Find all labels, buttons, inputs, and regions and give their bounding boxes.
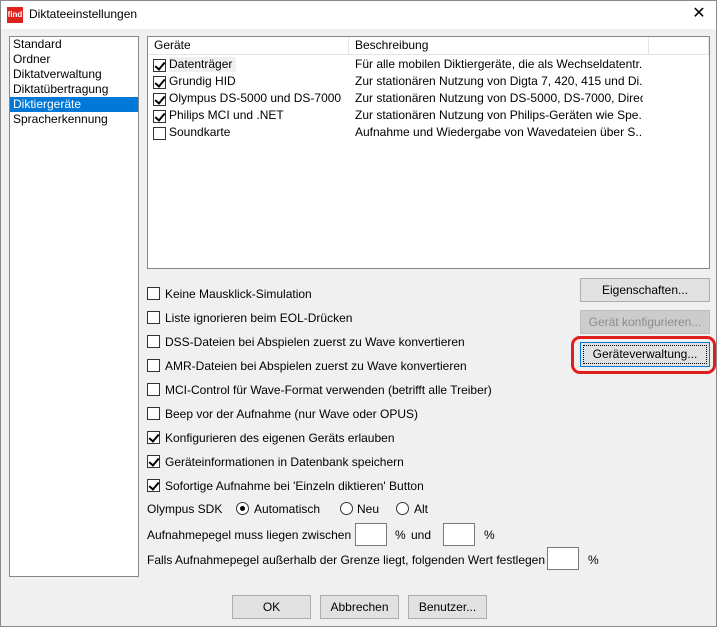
percent-sign: % <box>395 528 406 542</box>
option-label: Keine Mausklick-Simulation <box>165 287 312 301</box>
nav-item-ordner[interactable]: Ordner <box>10 52 138 67</box>
option-label: DSS-Dateien bei Abspielen zuerst zu Wave… <box>165 335 465 349</box>
device-management-button[interactable]: Geräteverwaltung... <box>580 342 710 367</box>
device-name: Philips MCI und .NET <box>169 108 284 122</box>
option-label: Liste ignorieren beim EOL-Drücken <box>165 311 353 325</box>
app-logo-icon: find <box>7 7 23 23</box>
settings-dialog: find Diktateeinstellungen ✕ Standard Ord… <box>0 0 717 627</box>
option-checkbox[interactable] <box>147 455 160 468</box>
option-checkbox[interactable] <box>147 359 160 372</box>
close-icon[interactable]: ✕ <box>685 3 713 25</box>
and-label: und <box>411 528 432 542</box>
column-header-description[interactable]: Beschreibung <box>349 37 649 55</box>
device-checkbox[interactable] <box>153 110 166 123</box>
device-description: Aufnahme und Wiedergabe von Wavedateien … <box>355 125 643 139</box>
device-description: Zur stationären Nutzung von Philips-Gerä… <box>355 108 643 122</box>
ok-button[interactable]: OK <box>232 595 311 619</box>
option-checkbox[interactable] <box>147 431 160 444</box>
level-outside-label: Falls Aufnahmepegel außerhalb der Grenze… <box>147 553 546 567</box>
nav-item-diktiergeraete[interactable]: Diktiergeräte <box>10 97 138 112</box>
option-checkbox[interactable] <box>147 383 160 396</box>
device-name: Olympus DS-5000 und DS-7000 <box>169 91 342 105</box>
device-checkbox[interactable] <box>153 93 166 106</box>
olympus-sdk-label: Olympus SDK <box>147 502 223 516</box>
properties-button[interactable]: Eigenschaften... <box>580 278 710 302</box>
radio-neu-label[interactable]: Neu <box>357 502 379 516</box>
device-name: Grundig HID <box>169 74 236 88</box>
level-range-label: Aufnahmepegel muss liegen zwischen <box>147 528 352 542</box>
option-checkbox[interactable] <box>147 287 160 300</box>
option-checkbox[interactable] <box>147 335 160 348</box>
device-name: Soundkarte <box>169 125 231 139</box>
title-bar: find Diktateeinstellungen ✕ <box>1 1 716 29</box>
nav-item-diktatuebertragung[interactable]: Diktatübertragung <box>10 82 138 97</box>
percent-sign: % <box>588 553 599 567</box>
device-checkbox[interactable] <box>153 127 166 140</box>
nav-item-spracherkennung[interactable]: Spracherkennung <box>10 112 138 127</box>
option-label: MCI-Control für Wave-Format verwenden (b… <box>165 383 492 397</box>
option-label: AMR-Dateien bei Abspielen zuerst zu Wave… <box>165 359 467 373</box>
option-label: Konfigurieren des eigenen Geräts erlaube… <box>165 431 395 445</box>
nav-item-standard[interactable]: Standard <box>10 37 138 52</box>
column-header-empty <box>649 37 709 55</box>
option-checkbox[interactable] <box>147 407 160 420</box>
device-checkbox[interactable] <box>153 59 166 72</box>
radio-automatisch[interactable] <box>236 502 249 515</box>
cancel-button[interactable]: Abbrechen <box>320 595 399 619</box>
nav-item-diktatverwaltung[interactable]: Diktatverwaltung <box>10 67 138 82</box>
radio-neu[interactable] <box>340 502 353 515</box>
device-checkbox[interactable] <box>153 76 166 89</box>
device-name: Datenträger <box>169 57 237 72</box>
device-row[interactable]: Philips MCI und .NET Zur stationären Nut… <box>148 107 709 124</box>
option-label: Geräteinformationen in Datenbank speiche… <box>165 455 404 469</box>
radio-alt-label[interactable]: Alt <box>414 502 428 516</box>
device-row[interactable]: Grundig HID Zur stationären Nutzung von … <box>148 73 709 90</box>
level-outside-input[interactable] <box>547 547 579 570</box>
radio-alt[interactable] <box>396 502 409 515</box>
device-description: Zur stationären Nutzung von DS-5000, DS-… <box>355 91 643 105</box>
radio-automatisch-label[interactable]: Automatisch <box>254 502 320 516</box>
user-button[interactable]: Benutzer... <box>408 595 487 619</box>
device-row[interactable]: Olympus DS-5000 und DS-7000 Zur stationä… <box>148 90 709 107</box>
device-management-label: Geräteverwaltung... <box>592 347 698 361</box>
level-max-input[interactable] <box>443 523 475 546</box>
level-min-input[interactable] <box>355 523 387 546</box>
category-list: Standard Ordner Diktatverwaltung Diktatü… <box>9 36 139 577</box>
device-row[interactable]: Soundkarte Aufnahme und Wiedergabe von W… <box>148 124 709 141</box>
option-checkbox[interactable] <box>147 311 160 324</box>
window-title: Diktateeinstellungen <box>29 7 138 21</box>
option-label: Sofortige Aufnahme bei 'Einzeln diktiere… <box>165 479 424 493</box>
device-list: Geräte Beschreibung Datenträger Für alle… <box>147 36 710 269</box>
device-row[interactable]: Datenträger Für alle mobilen Diktiergerä… <box>148 56 709 73</box>
option-checkbox[interactable] <box>147 479 160 492</box>
device-description: Zur stationären Nutzung von Digta 7, 420… <box>355 74 643 88</box>
device-description: Für alle mobilen Diktiergeräte, die als … <box>355 57 643 71</box>
option-label: Beep vor der Aufnahme (nur Wave oder OPU… <box>165 407 419 421</box>
column-header-devices[interactable]: Geräte <box>148 37 349 55</box>
configure-device-button[interactable]: Gerät konfigurieren... <box>580 310 710 334</box>
percent-sign: % <box>484 528 495 542</box>
